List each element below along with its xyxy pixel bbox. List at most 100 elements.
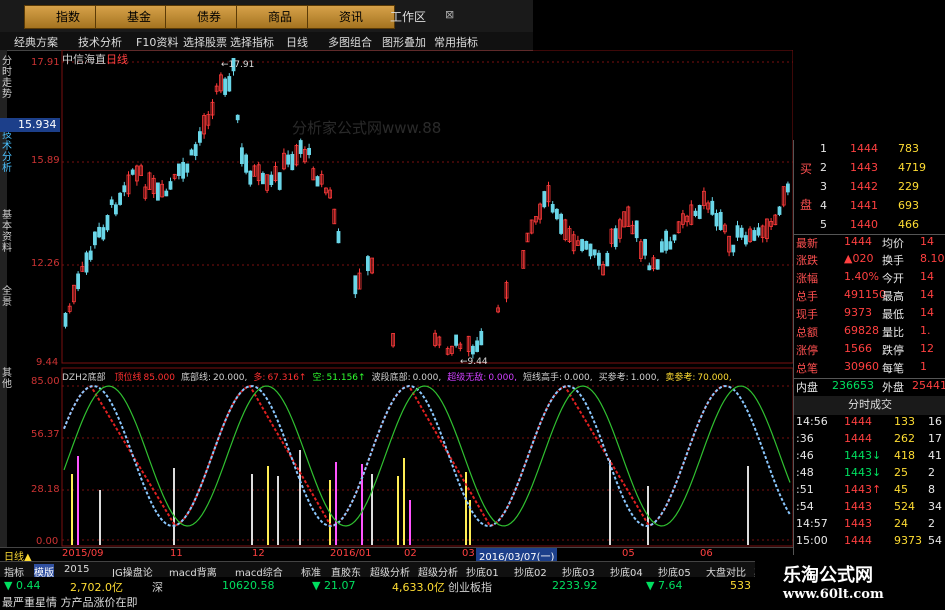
stock-name-text: 中信海直 <box>62 53 106 66</box>
menu-daily[interactable]: 日线 <box>286 34 308 50</box>
candle-body <box>365 256 370 272</box>
tab-news[interactable]: 资讯 <box>307 5 395 29</box>
date-12: 12 <box>252 548 265 559</box>
trade-price: 1443 <box>844 500 872 513</box>
date-06: 06 <box>700 548 713 559</box>
indicator-item: 买参考: <box>598 373 629 382</box>
trade-volume: 524 <box>894 500 915 513</box>
quote-label: 总笔 <box>796 362 818 375</box>
candle-body <box>668 241 673 250</box>
candle-body <box>454 334 459 346</box>
indicator-header: DZH2底部 顶位线 85.000 底部线: 20.000, 多: 67.316↑ 空: 51… <box>62 370 793 382</box>
candle-body <box>470 345 475 355</box>
trade-volume: 262 <box>894 432 915 445</box>
menu-f10[interactable]: F10资料 <box>136 34 178 50</box>
trade-volume: 24 <box>894 517 908 530</box>
menu-select-indicator[interactable]: 选择指标 <box>230 34 274 50</box>
indicator-tab[interactable]: 2015 <box>64 564 89 575</box>
quote-value: 1444 <box>844 235 872 248</box>
orderbook-row[interactable]: 2 1443 4719 <box>794 161 945 180</box>
menu-classic[interactable]: 经典方案 <box>14 34 58 50</box>
candle-body <box>592 249 597 256</box>
quote-value: 69828 <box>844 324 879 337</box>
period-label: 日线 <box>106 53 128 66</box>
quote-value-2: 14 <box>920 288 934 301</box>
quote-value: ▲020 <box>844 252 874 265</box>
price-label-high: 17.91 <box>31 57 60 68</box>
candle-body <box>88 250 93 260</box>
indicator-item-value: 20.000, <box>213 373 248 382</box>
logo-url: www.60lt.com <box>783 587 884 602</box>
trade-row: 15:00 1444 9373 54 <box>794 534 945 553</box>
quote-value: 491150 <box>844 288 886 301</box>
candle-body <box>185 163 190 173</box>
menu-multi-chart[interactable]: 多图组合 <box>328 34 372 50</box>
date-02: 02 <box>404 548 417 559</box>
quote-label-2: 跌停 <box>882 344 904 357</box>
menu-select-stock[interactable]: 选择股票 <box>183 34 227 50</box>
candle-body <box>118 192 122 205</box>
orderbook-volume: 4719 <box>898 161 926 174</box>
candle-body <box>664 230 668 251</box>
indicator-item: 多: <box>253 373 266 382</box>
candle-body <box>223 78 228 95</box>
candle-body <box>660 241 664 253</box>
orderbook-volume: 466 <box>898 218 919 231</box>
date-05: 05 <box>622 548 635 559</box>
quote-row: 总额 69828 量比 1. <box>794 324 945 343</box>
quote-row: 涨跌 ▲020 换手 8.10 <box>794 252 945 271</box>
candle-body <box>550 204 555 213</box>
candle-body <box>584 240 589 250</box>
candle-body <box>475 340 480 352</box>
orderbook-row[interactable]: 1 1444 783 <box>794 142 945 161</box>
candle-body <box>647 265 652 271</box>
status-item: 10620.58 <box>222 579 275 592</box>
orderbook-row[interactable]: 4 1441 693 <box>794 199 945 218</box>
orderbook-row[interactable]: 3 1442 229 <box>794 180 945 199</box>
quote-label-2: 换手 <box>882 254 904 267</box>
menu-overlay[interactable]: 图形叠加 <box>382 34 426 50</box>
quote-label: 最新 <box>796 237 818 250</box>
quote-label-2: 量比 <box>882 326 904 339</box>
out-value: 25441 <box>912 379 945 392</box>
quote-value: 1566 <box>844 342 872 355</box>
indicator-name[interactable]: DZH2底部 <box>62 373 106 382</box>
close-icon[interactable]: ⊠ <box>445 8 454 21</box>
indicator-item-value: 0.000, <box>412 373 442 382</box>
menu-common-indicator[interactable]: 常用指标 <box>434 34 478 50</box>
price-label-mid: 15.89 <box>31 155 60 166</box>
trade-volume: 25 <box>894 466 908 479</box>
trades-title[interactable]: 分时成交 <box>794 396 945 415</box>
news-text[interactable]: 最严重星情 方产品涨价在即 <box>2 594 138 610</box>
work-area-title[interactable]: 工作区 <box>390 8 426 25</box>
trade-time: 14:57 <box>796 517 828 530</box>
trade-count: 2 <box>928 517 935 530</box>
indicator-item-value: 0.000, <box>488 373 517 382</box>
indicator-item-value: 51.156↑ <box>326 373 366 382</box>
candle-body <box>672 234 677 241</box>
candle-body <box>176 163 181 176</box>
menu-bar: 经典方案 技术分析 F10资料 选择股票 选择指标 日线 多图组合 图形叠加 常… <box>0 32 533 51</box>
indicator-item: 空: <box>312 373 325 382</box>
indicator-item-value: 1.000, <box>630 373 660 382</box>
price-label-min: 9.44 <box>36 357 59 368</box>
trade-count: 2 <box>928 466 935 479</box>
status-item: ▼ 0.44 <box>4 579 41 592</box>
candle-body <box>248 170 253 185</box>
quote-value-2: 14 <box>920 306 934 319</box>
indicator-item: 底部线: <box>180 373 212 382</box>
candle-body <box>555 208 559 220</box>
quote-value: 1.40% <box>844 270 879 283</box>
candle-body <box>752 230 757 241</box>
quote-label-2: 今开 <box>882 272 904 285</box>
status-item: ▼ 21.07 <box>312 579 356 592</box>
orderbook-level: 2 <box>820 161 827 174</box>
date-11: 11 <box>170 548 183 559</box>
status-item: 2233.92 <box>552 579 598 592</box>
current-price-tag: 15.934 <box>0 118 60 132</box>
news-ticker: 最严重星情 方产品涨价在即 <box>0 593 793 609</box>
menu-tech-analysis[interactable]: 技术分析 <box>78 34 122 50</box>
orderbook-volume: 229 <box>898 180 919 193</box>
quote-row: 总手 491150 最高 14 <box>794 288 945 307</box>
candle-body <box>269 174 274 186</box>
